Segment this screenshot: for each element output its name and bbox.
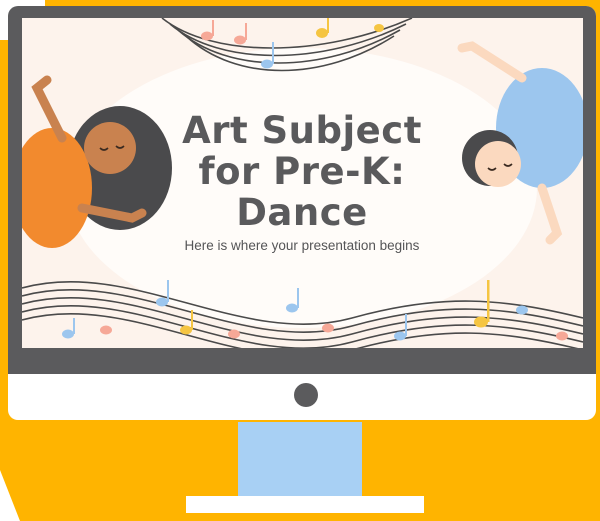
slide-subtitle: Here is where your presentation begins [184,238,420,253]
slide-title-line-3: Dance [236,191,368,234]
power-button-icon[interactable] [294,383,318,407]
monitor-base [186,496,424,513]
slide-title-line-1: Art Subject [182,109,422,152]
slide-title: Art Subject for Pre-K: Dance [152,110,452,233]
presentation-slide[interactable]: Art Subject for Pre-K: Dance Here is whe… [22,18,583,348]
monitor-stand [238,422,362,498]
slide-title-line-2: for Pre-K: [198,150,406,193]
